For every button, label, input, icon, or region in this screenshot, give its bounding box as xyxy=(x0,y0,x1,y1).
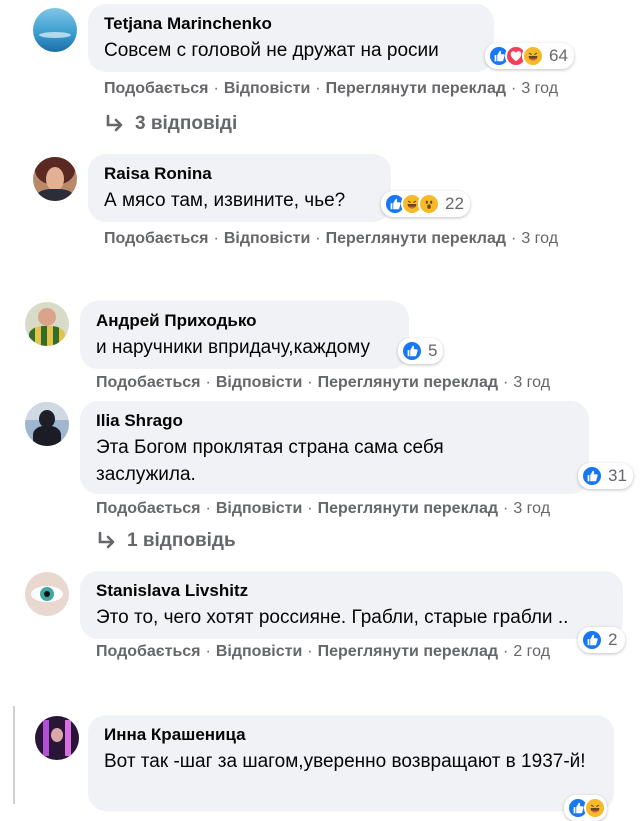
comment-text: и наручники впридачу,каждому xyxy=(96,337,371,358)
like-button[interactable]: Подобається xyxy=(96,374,201,391)
comment-author[interactable]: Ilia Shrago xyxy=(96,411,575,431)
like-reaction-icon xyxy=(581,629,603,651)
reply-button[interactable]: Відповісти xyxy=(224,230,310,247)
reactions-summary[interactable]: 22 xyxy=(381,191,470,217)
comment-actions: Подобається · Відповісти · Переглянути перек… xyxy=(96,500,551,517)
reactions-summary[interactable]: 5 xyxy=(398,338,444,364)
reply-arrow-icon xyxy=(98,531,115,549)
reaction-count: 31 xyxy=(608,466,627,485)
reaction-count: 22 xyxy=(445,194,464,213)
like-reaction-icon xyxy=(581,465,603,487)
haha-reaction-icon xyxy=(584,797,606,819)
see-translation-link[interactable]: Переглянути переклад xyxy=(326,80,506,97)
comment-bubble: Raisa Ronina А мясо там, извините, чье? xyxy=(88,154,391,222)
reaction-count: 5 xyxy=(428,341,438,360)
reply-arrow-icon xyxy=(106,114,123,132)
comment-bubble: Stanislava Livshitz Это то, чего хотят р… xyxy=(80,571,623,639)
comment-text: Совсем с головой не дружат на росии xyxy=(104,40,439,61)
comment-author[interactable]: Stanislava Livshitz xyxy=(96,581,609,601)
see-translation-link[interactable]: Переглянути переклад xyxy=(326,230,506,247)
comment-bubble: Инна Крашеница Вот так -шаг за шагом,уве… xyxy=(88,715,614,811)
comment-bubble: Андрей Приходько и наручники впридачу,ка… xyxy=(80,301,409,369)
avatar[interactable] xyxy=(25,572,69,616)
reply-button[interactable]: Відповісти xyxy=(216,374,302,391)
comment-actions: Подобається · Відповісти · Переглянути перек… xyxy=(96,374,551,391)
like-reaction-icon xyxy=(401,340,423,362)
reactions-summary[interactable]: 64 xyxy=(485,43,574,69)
reply-button[interactable]: Відповісти xyxy=(216,500,302,517)
timestamp[interactable]: 3 год xyxy=(521,80,558,97)
like-button[interactable]: Подобається xyxy=(104,80,209,97)
avatar[interactable] xyxy=(25,302,69,346)
see-translation-link[interactable]: Переглянути переклад xyxy=(318,374,498,391)
comment-bubble: Tetjana Marinchenko Совсем с головой не … xyxy=(88,4,494,72)
reactions-summary[interactable]: 31 xyxy=(578,463,633,489)
wow-reaction-icon xyxy=(418,193,440,215)
comment-text: Вот так -шаг за шагом,уверенно возвращаю… xyxy=(104,751,586,772)
like-button[interactable]: Подобається xyxy=(104,230,209,247)
comment-author[interactable]: Инна Крашеница xyxy=(104,725,600,745)
avatar[interactable] xyxy=(25,402,69,446)
comment-actions: Подобається · Відповісти · Переглянути перек… xyxy=(104,230,559,247)
comment-author[interactable]: Tetjana Marinchenko xyxy=(104,14,480,34)
comment-bubble: Ilia Shrago Эта Богом проклятая страна с… xyxy=(80,401,589,494)
replies-label: 1 відповідь xyxy=(127,530,236,551)
reactions-summary[interactable]: 2 xyxy=(578,627,626,653)
view-replies-link[interactable]: 1 відповідь xyxy=(96,530,236,552)
replies-label: 3 відповіді xyxy=(135,113,238,134)
view-replies-link[interactable]: 3 відповіді xyxy=(104,113,237,135)
comment-text: Эта Богом проклятая страна сама себя зас… xyxy=(96,437,444,485)
see-translation-link[interactable]: Переглянути переклад xyxy=(318,643,498,660)
comment-author[interactable]: Андрей Приходько xyxy=(96,311,395,331)
timestamp[interactable]: 3 год xyxy=(513,374,550,391)
comment-author[interactable]: Raisa Ronina xyxy=(104,164,377,184)
comment-actions: Подобається · Відповісти · Переглянути перек… xyxy=(104,80,559,97)
like-button[interactable]: Подобається xyxy=(96,643,201,660)
reaction-count: 64 xyxy=(549,46,568,65)
timestamp[interactable]: 2 год xyxy=(513,643,550,660)
like-button[interactable]: Подобається xyxy=(96,500,201,517)
comment-text: Это то, чего хотят россияне. Грабли, ста… xyxy=(96,607,569,628)
timestamp[interactable]: 3 год xyxy=(513,500,550,517)
reactions-summary[interactable] xyxy=(564,795,607,821)
avatar[interactable] xyxy=(33,157,77,201)
timestamp[interactable]: 3 год xyxy=(521,230,558,247)
reply-button[interactable]: Відповісти xyxy=(216,643,302,660)
avatar[interactable] xyxy=(35,716,79,760)
see-translation-link[interactable]: Переглянути переклад xyxy=(318,500,498,517)
reaction-count: 2 xyxy=(608,630,618,649)
reply-button[interactable]: Відповісти xyxy=(224,80,310,97)
comment-actions: Подобається · Відповісти · Переглянути перек… xyxy=(96,643,551,660)
avatar[interactable] xyxy=(33,8,77,52)
comment-text: А мясо там, извините, чье? xyxy=(104,190,346,211)
haha-reaction-icon xyxy=(522,45,544,67)
thread-connector-line xyxy=(13,706,15,804)
